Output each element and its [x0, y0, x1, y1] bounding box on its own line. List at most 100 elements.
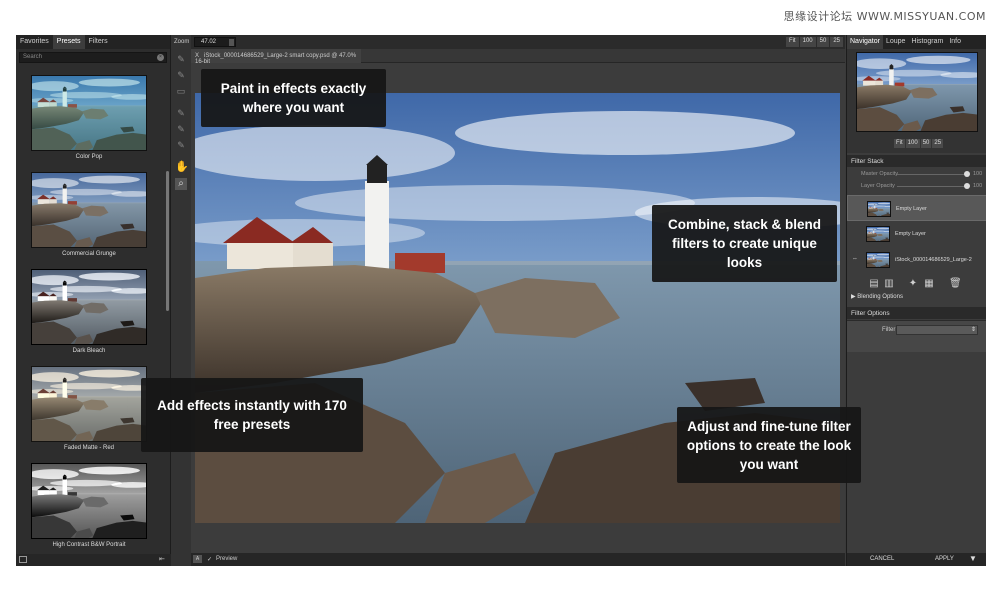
layer-name: Empty Layer — [896, 206, 927, 212]
filter-options-header[interactable]: Filter Options — [847, 307, 986, 319]
preset-label: Dark Bleach — [72, 348, 106, 354]
filter-select[interactable]: ⇕ — [896, 325, 978, 335]
layer-opacity-value: 100 — [973, 183, 983, 189]
tab-filters[interactable]: Filters — [85, 35, 112, 49]
nav-25-button[interactable]: 25 — [932, 139, 944, 148]
app-window: Favorites Presets Filters Search × Color… — [16, 35, 986, 566]
nav-50-button[interactable]: 50 — [920, 139, 932, 148]
tab-loupe[interactable]: Loupe — [883, 35, 908, 49]
zoom-icon[interactable]: ⌕ — [175, 178, 187, 190]
zoom-100-button[interactable]: 100 — [799, 37, 816, 47]
presets-panel: Favorites Presets Filters Search × Color… — [16, 35, 171, 566]
compare-icon[interactable]: A — [193, 555, 202, 563]
layer-row[interactable]: Empty Layer — [847, 195, 986, 221]
brush-icon[interactable]: ✎ — [175, 139, 187, 151]
master-opacity-label: Master Opacity — [861, 171, 898, 177]
tab-navigator[interactable]: Navigator — [847, 35, 883, 49]
document-tab-bar: X iStock_000014686529_Large-2 smart copy… — [191, 49, 845, 65]
visibility-icon[interactable]: ⇔ — [852, 256, 858, 262]
apply-button[interactable]: APPLY — [935, 556, 954, 562]
master-opacity-value: 100 — [973, 171, 983, 177]
callout-combine: Combine, stack & blend filters to create… — [652, 205, 837, 282]
merge-layer-icon[interactable]: ▦ — [924, 278, 934, 289]
layer-thumbnail — [866, 252, 890, 268]
layer-thumbnail — [866, 226, 890, 242]
navigator-thumbnail[interactable] — [856, 52, 978, 132]
tab-histogram[interactable]: Histogram — [908, 35, 946, 49]
blending-options-toggle[interactable]: ▶ Blending Options — [851, 293, 903, 300]
zoom-toolbar: Zoom 47.02 Fit 100 50 25 — [174, 35, 845, 49]
trash-icon[interactable]: 🗑 — [949, 278, 962, 289]
layer-name: iStock_000014686529_Large-2 — [895, 257, 972, 263]
nav-100-button[interactable]: 100 — [905, 139, 920, 148]
tab-favorites[interactable]: Favorites — [16, 35, 53, 49]
filter-label: Filter — [882, 327, 896, 333]
tool-strip: ✎ ✎ ▭ ✎ ✎ ✎ ✋ ⌕ — [171, 35, 191, 566]
document-tab[interactable]: X iStock_000014686529_Large-2 smart copy… — [191, 49, 361, 65]
preset-item[interactable]: Commercial Grunge — [31, 172, 147, 257]
slider-track[interactable] — [897, 186, 967, 187]
layer-opacity-slider[interactable]: Layer Opacity 100 — [861, 181, 986, 193]
right-tabs: Navigator Loupe Histogram Info — [847, 35, 986, 49]
preset-item[interactable]: Color Pop — [31, 75, 147, 160]
preset-label: Commercial Grunge — [62, 251, 116, 257]
brush-icon[interactable]: ✎ — [175, 123, 187, 135]
slider-knob[interactable] — [964, 183, 970, 189]
tab-info[interactable]: Info — [946, 35, 964, 49]
callout-add: Add effects instantly with 170 free pres… — [141, 378, 363, 452]
hand-icon[interactable]: ✋ — [175, 161, 189, 173]
menu-triangle-icon[interactable]: ▼ — [969, 554, 977, 563]
chevron-updown-icon: ⇕ — [970, 327, 976, 333]
slider-knob[interactable] — [964, 171, 970, 177]
preset-item[interactable]: High Contrast B&W Portrait — [31, 463, 147, 548]
preset-scrollbar[interactable] — [166, 171, 169, 311]
brush-icon[interactable]: ✎ — [175, 69, 187, 81]
nav-fit-button[interactable]: Fit — [894, 139, 905, 148]
zoom-25-button[interactable]: 25 — [830, 37, 843, 47]
search-placeholder: Search — [23, 54, 43, 60]
preview-bar: A ✓ Preview — [191, 553, 845, 566]
preset-label: Color Pop — [75, 154, 103, 160]
filter-stack-header[interactable]: Filter Stack — [847, 155, 986, 167]
preset-item[interactable]: Faded Matte - Red — [31, 366, 147, 451]
zoom-value: 47.02 — [201, 39, 217, 45]
preset-item[interactable]: Dark Bleach — [31, 269, 147, 354]
master-opacity-slider[interactable]: Master Opacity 100 — [861, 169, 986, 181]
preset-thumbnail — [31, 463, 147, 539]
left-tabs: Favorites Presets Filters — [16, 35, 170, 49]
zoom-select[interactable]: 47.02 — [194, 37, 236, 47]
preset-thumbnail — [31, 269, 147, 345]
blending-options-label: Blending Options — [857, 294, 903, 300]
zoom-50-button[interactable]: 50 — [816, 37, 830, 47]
eraser-icon[interactable]: ▭ — [175, 85, 187, 97]
cancel-button[interactable]: CANCEL — [870, 556, 894, 562]
clear-search-icon[interactable]: × — [157, 54, 164, 61]
collapse-icon[interactable]: ⇤ — [159, 555, 167, 563]
layer-row[interactable]: ⇔ iStock_000014686529_Large-2 — [847, 247, 986, 273]
preset-label: High Contrast B&W Portrait — [52, 542, 126, 548]
add-layer-icon[interactable]: ▤ — [869, 278, 879, 289]
zoom-fit-button[interactable]: Fit — [785, 37, 799, 47]
action-bar: CANCEL APPLY ▼ — [847, 553, 986, 566]
layer-opacity-label: Layer Opacity — [861, 183, 895, 189]
preset-list: Color Pop Commercial Grunge Dark Bleach … — [16, 67, 164, 552]
preset-thumbnail — [31, 172, 147, 248]
slider-track[interactable] — [897, 174, 967, 175]
layer-actions: ▤ ▥ ✦ ▦ 🗑 — [847, 276, 986, 292]
panel-toggle-icon[interactable] — [19, 556, 27, 563]
tab-presets[interactable]: Presets — [52, 35, 85, 49]
filter-options: Filter ⇕ — [847, 320, 986, 352]
navigator: Fit 100 50 25 — [847, 49, 986, 153]
search-input[interactable]: Search × — [19, 52, 167, 63]
brush-icon[interactable]: ✎ — [175, 107, 187, 119]
magic-wand-icon[interactable]: ✦ — [908, 278, 918, 289]
chevron-down-icon — [229, 39, 234, 46]
duplicate-layer-icon[interactable]: ▥ — [884, 278, 894, 289]
preview-label: Preview — [216, 556, 238, 562]
layer-row[interactable]: Empty Layer — [847, 221, 986, 247]
preset-thumbnail — [31, 366, 147, 442]
layer-name: Empty Layer — [895, 231, 926, 237]
callout-adjust: Adjust and fine-tune filter options to c… — [677, 407, 861, 483]
preview-checkbox[interactable]: ✓ — [207, 556, 212, 563]
brush-icon[interactable]: ✎ — [175, 53, 187, 65]
